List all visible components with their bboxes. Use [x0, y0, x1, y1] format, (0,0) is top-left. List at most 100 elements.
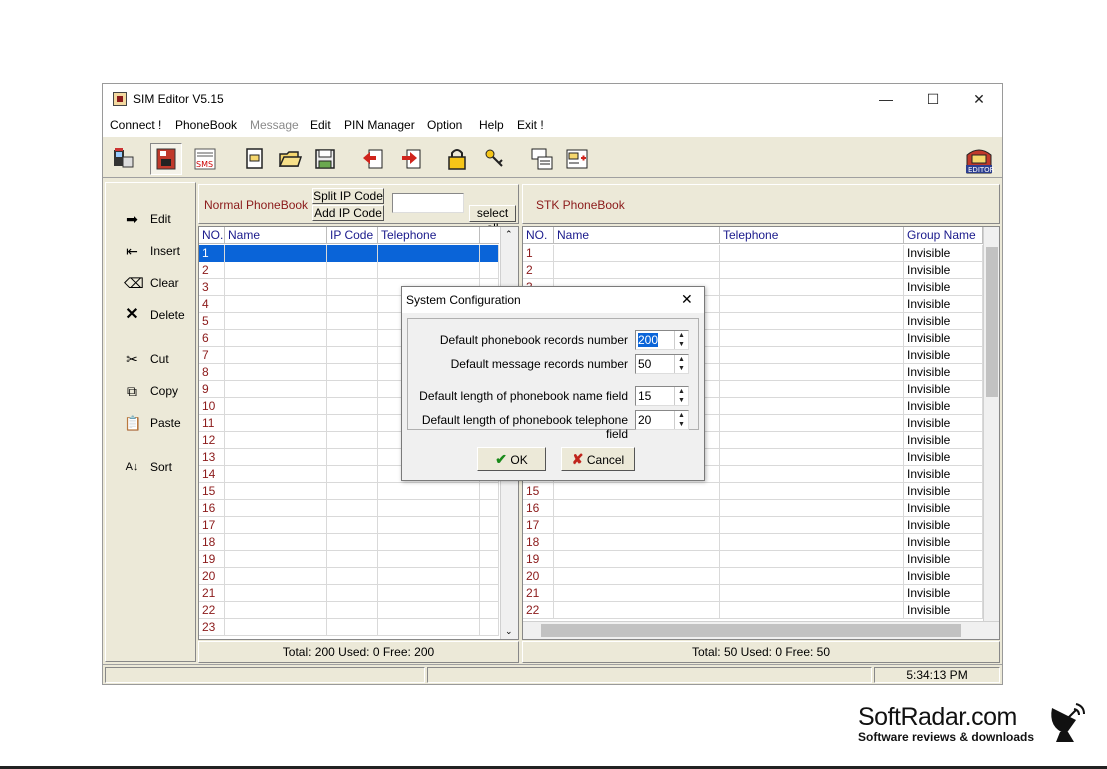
cut-button[interactable]: ✂ Cut — [116, 351, 191, 371]
group-name-cell[interactable]: Invisible — [904, 517, 983, 534]
name-length-value[interactable]: 15 — [638, 389, 651, 403]
table-cell[interactable] — [327, 398, 378, 415]
table-cell[interactable] — [225, 364, 327, 381]
table-cell[interactable] — [327, 347, 378, 364]
table-cell[interactable] — [327, 534, 378, 551]
row-number[interactable]: 15 — [523, 483, 554, 500]
maximize-button[interactable]: ☐ — [923, 90, 943, 108]
column-header-ip-code[interactable]: IP Code — [327, 227, 378, 244]
table-cell[interactable] — [720, 398, 904, 415]
lock-icon[interactable] — [445, 147, 469, 171]
table-cell[interactable] — [225, 585, 327, 602]
row-number[interactable]: 6 — [199, 330, 225, 347]
table-cell[interactable] — [720, 585, 904, 602]
table-cell[interactable] — [327, 364, 378, 381]
table-row[interactable]: 2 Invisible — [523, 262, 983, 279]
table-cell[interactable] — [480, 585, 499, 602]
copy-button[interactable]: ⧉ Copy — [116, 383, 191, 403]
import-icon[interactable] — [361, 147, 385, 171]
table-cell[interactable] — [327, 568, 378, 585]
table-row[interactable]: 22 — [199, 602, 499, 619]
table-cell[interactable] — [554, 483, 720, 500]
row-number[interactable]: 16 — [523, 500, 554, 517]
table-cell[interactable] — [720, 517, 904, 534]
table-cell[interactable] — [327, 381, 378, 398]
menu-exit[interactable]: Exit ! — [517, 118, 544, 132]
scroll-up-arrow-icon[interactable]: ⌃ — [505, 229, 513, 240]
table-cell[interactable] — [327, 551, 378, 568]
row-number[interactable]: 16 — [199, 500, 225, 517]
delete-button[interactable]: ✕ Delete — [116, 307, 191, 327]
table-row[interactable]: 17 Invisible — [523, 517, 983, 534]
table-cell[interactable] — [480, 568, 499, 585]
table-row[interactable]: 21 — [199, 585, 499, 602]
column-header-telephone[interactable]: Telephone — [378, 227, 480, 244]
menu-message[interactable]: Message — [250, 118, 299, 132]
table-cell[interactable] — [720, 432, 904, 449]
table-cell[interactable] — [378, 500, 480, 517]
row-number[interactable]: 12 — [199, 432, 225, 449]
stk-scroll-thumb[interactable] — [986, 247, 998, 397]
group-name-cell[interactable]: Invisible — [904, 279, 983, 296]
table-cell[interactable] — [480, 483, 499, 500]
row-number[interactable]: 23 — [199, 619, 225, 636]
table-cell[interactable] — [720, 330, 904, 347]
row-number[interactable]: 15 — [199, 483, 225, 500]
table-cell[interactable] — [225, 381, 327, 398]
row-number[interactable]: 2 — [523, 262, 554, 279]
row-number[interactable]: 22 — [523, 602, 554, 619]
table-cell[interactable] — [720, 568, 904, 585]
menu-option[interactable]: Option — [427, 118, 462, 132]
group-name-cell[interactable]: Invisible — [904, 449, 983, 466]
table-cell[interactable] — [327, 279, 378, 296]
table-cell[interactable] — [225, 500, 327, 517]
minimize-button[interactable]: — — [876, 90, 896, 108]
table-cell[interactable] — [225, 449, 327, 466]
group-name-cell[interactable]: Invisible — [904, 432, 983, 449]
name-length-spinner[interactable]: 15 ▲ ▼ — [635, 386, 689, 406]
group-name-cell[interactable]: Invisible — [904, 245, 983, 262]
table-cell[interactable] — [378, 619, 480, 636]
group-name-cell[interactable]: Invisible — [904, 415, 983, 432]
row-number[interactable]: 14 — [199, 466, 225, 483]
group-name-cell[interactable]: Invisible — [904, 551, 983, 568]
table-cell[interactable] — [554, 517, 720, 534]
group-name-cell[interactable]: Invisible — [904, 466, 983, 483]
table-row[interactable]: 21 Invisible — [523, 585, 983, 602]
group-name-cell[interactable]: Invisible — [904, 568, 983, 585]
table-cell[interactable] — [327, 483, 378, 500]
spinner-arrows-icon[interactable]: ▲ ▼ — [674, 355, 688, 373]
table-cell[interactable] — [720, 500, 904, 517]
row-number[interactable]: 1 — [523, 245, 554, 262]
table-cell[interactable] — [554, 245, 720, 262]
scroll-down-arrow-icon[interactable]: ⌄ — [505, 626, 513, 637]
column-header-no[interactable]: NO. — [199, 227, 225, 244]
group-name-cell[interactable]: Invisible — [904, 483, 983, 500]
telephone-length-value[interactable]: 20 — [638, 413, 651, 427]
row-number[interactable]: 20 — [199, 568, 225, 585]
row-number[interactable]: 7 — [199, 347, 225, 364]
table-cell[interactable] — [480, 534, 499, 551]
table-cell[interactable] — [480, 262, 499, 279]
transfer-icon[interactable] — [565, 147, 589, 171]
ip-code-input[interactable] — [392, 193, 464, 213]
group-name-cell[interactable]: Invisible — [904, 500, 983, 517]
table-cell[interactable] — [378, 517, 480, 534]
message-records-value[interactable]: 50 — [638, 357, 651, 371]
table-cell[interactable] — [720, 347, 904, 364]
table-cell[interactable] — [225, 347, 327, 364]
phone-connect-icon[interactable] — [111, 147, 135, 171]
table-cell[interactable] — [554, 551, 720, 568]
group-name-cell[interactable]: Invisible — [904, 330, 983, 347]
table-cell[interactable] — [225, 330, 327, 347]
table-cell[interactable] — [720, 364, 904, 381]
table-cell[interactable] — [720, 534, 904, 551]
insert-button[interactable]: ⇤ Insert — [116, 243, 191, 263]
table-cell[interactable] — [554, 534, 720, 551]
group-name-cell[interactable]: Invisible — [904, 296, 983, 313]
table-cell[interactable] — [327, 619, 378, 636]
table-cell[interactable] — [554, 262, 720, 279]
row-number[interactable]: 2 — [199, 262, 225, 279]
paste-button[interactable]: 📋 Paste — [116, 415, 191, 435]
add-ip-code-button[interactable]: Add IP Code — [312, 205, 384, 221]
